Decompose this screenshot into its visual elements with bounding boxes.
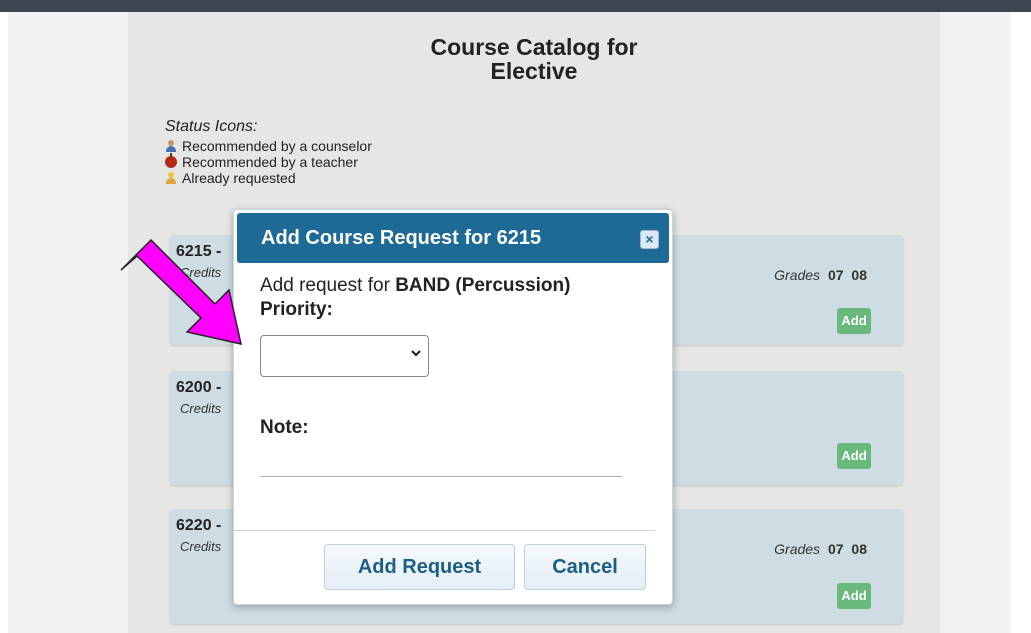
add-course-button[interactable]: Add bbox=[837, 308, 871, 334]
course-credits: Credits bbox=[180, 539, 222, 554]
cancel-button[interactable]: Cancel bbox=[524, 544, 646, 590]
course-credits: Credits bbox=[180, 401, 222, 416]
grade-value: 07 bbox=[827, 267, 844, 283]
page-title-line2: Elective bbox=[490, 58, 578, 84]
grade-value: 08 bbox=[851, 267, 867, 283]
grades-label: Grades bbox=[774, 541, 821, 557]
add-course-request-dialog: Add Course Request for 6215 × Add reques… bbox=[233, 209, 673, 605]
add-course-button[interactable]: Add bbox=[837, 443, 871, 469]
status-legend-item: Recommended by a counselor bbox=[165, 138, 372, 154]
requested-icon bbox=[165, 172, 177, 184]
course-name: BAND (Percussion) bbox=[395, 275, 571, 296]
dialog-body: Add request for BAND (Percussion) Priori… bbox=[260, 274, 660, 477]
priority-label: Priority: bbox=[260, 299, 333, 320]
right-gutter bbox=[1011, 12, 1031, 633]
request-prefix: Add request for bbox=[260, 275, 390, 296]
status-label-counselor: Recommended by a counselor bbox=[182, 138, 372, 154]
grade-value: 07 bbox=[827, 541, 844, 557]
grade-value: 08 bbox=[851, 541, 867, 557]
course-grades: Grades 07 08 bbox=[774, 541, 867, 557]
status-legend: Status Icons: Recommended by a counselor… bbox=[165, 118, 372, 186]
status-label-requested: Already requested bbox=[182, 170, 296, 186]
apple-icon bbox=[165, 153, 177, 168]
grades-label: Grades bbox=[774, 267, 821, 283]
left-gutter bbox=[0, 12, 8, 633]
priority-select[interactable] bbox=[260, 335, 429, 377]
course-grades: Grades 07 08 bbox=[774, 267, 867, 283]
close-icon[interactable]: × bbox=[640, 230, 659, 249]
status-legend-item: Already requested bbox=[165, 170, 372, 186]
status-label-teacher: Recommended by a teacher bbox=[182, 154, 358, 170]
add-course-button[interactable]: Add bbox=[837, 583, 871, 609]
annotation-arrow-icon bbox=[120, 238, 242, 345]
dialog-title: Add Course Request for 6215 bbox=[261, 227, 542, 249]
counselor-icon bbox=[165, 140, 177, 152]
chevron-down-icon bbox=[410, 346, 422, 364]
note-input[interactable] bbox=[260, 476, 622, 477]
note-label: Note: bbox=[260, 417, 309, 438]
course-code: 6200 - bbox=[176, 379, 222, 396]
status-legend-item: Recommended by a teacher bbox=[165, 153, 372, 170]
add-request-button[interactable]: Add Request bbox=[324, 544, 515, 590]
request-description: Add request for BAND (Percussion) bbox=[260, 274, 660, 298]
dialog-divider bbox=[234, 530, 655, 531]
dialog-header: Add Course Request for 6215 × bbox=[237, 213, 669, 263]
page-title-line1: Course Catalog for bbox=[430, 34, 638, 60]
top-bar bbox=[0, 0, 1031, 12]
page-title: Course Catalog for Elective bbox=[128, 35, 940, 83]
status-legend-heading: Status Icons: bbox=[165, 118, 258, 135]
course-code: 6220 - bbox=[176, 517, 222, 534]
